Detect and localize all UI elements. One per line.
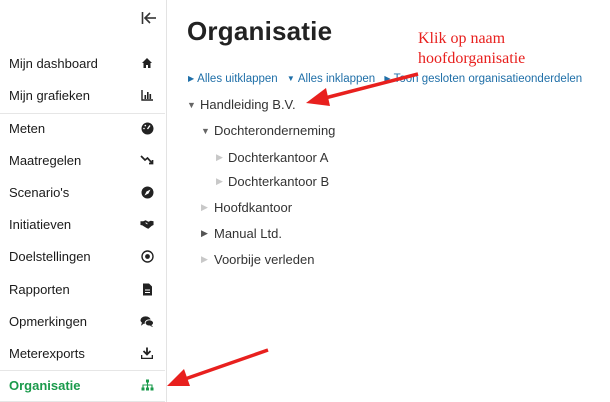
arrow-head	[167, 369, 190, 386]
arrow-to-organisatie	[184, 348, 269, 381]
arrow-to-main-org	[324, 72, 419, 100]
arrow-head	[306, 88, 330, 106]
annotation-arrows	[167, 72, 419, 386]
